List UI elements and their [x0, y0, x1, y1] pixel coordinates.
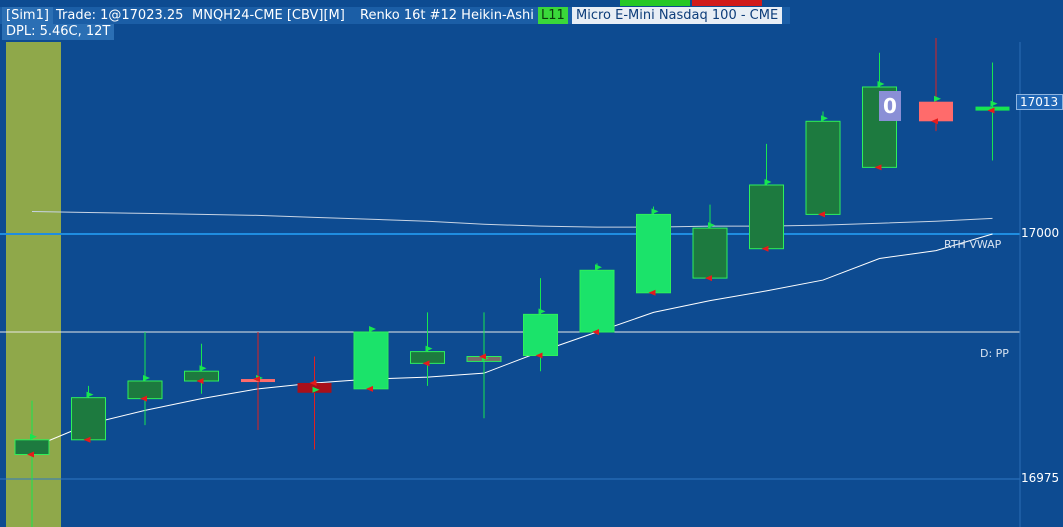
candle-body — [579, 269, 615, 333]
price-tick-16975: 16975 — [1021, 471, 1060, 485]
candle-body — [749, 184, 784, 250]
price-chart[interactable] — [0, 0, 1063, 527]
account-label: [Sim1] — [2, 7, 53, 24]
candle-bar — [579, 263, 615, 335]
candle-body — [636, 213, 671, 294]
chart-root: [Sim1] Trade: 1@17023.25 MNQH24-CME [CBV… — [0, 0, 1063, 527]
trade-label: Trade: 1@17023.25 — [56, 8, 184, 23]
price-tick-17000: 17000 — [1021, 226, 1060, 240]
candle-body — [71, 397, 106, 441]
candle-bar — [805, 111, 841, 218]
plot-background — [0, 0, 1063, 527]
zero-marker-box: 0 — [879, 91, 901, 121]
daily-pp-label: D: PP — [980, 347, 1009, 360]
toolbar-tab-green[interactable] — [620, 0, 690, 6]
symbol-label: MNQH24-CME [CBV][M] — [192, 8, 345, 23]
instrument-name: Micro E-Mini Nasdaq 100 - CME — [572, 7, 783, 24]
toolbar-tab-red[interactable] — [692, 0, 762, 6]
candle-body — [692, 227, 728, 279]
candle-body — [353, 331, 389, 390]
candle-bar — [636, 206, 671, 296]
candle-bar — [353, 326, 389, 392]
candle-body — [127, 380, 163, 400]
rth-vwap-label: RTH VWAP — [944, 238, 1002, 251]
bar-type-label: Renko 16t #12 Heikin-Ashi — [360, 8, 534, 23]
candle-body — [919, 101, 953, 122]
current-price-label: 17013 — [1016, 94, 1063, 110]
level-badge: L11 — [538, 7, 568, 24]
candle-body — [523, 313, 558, 357]
candle-body — [14, 439, 50, 455]
candle-body — [805, 120, 841, 215]
dpl-label: DPL: 5.46C, 12T — [2, 24, 115, 40]
